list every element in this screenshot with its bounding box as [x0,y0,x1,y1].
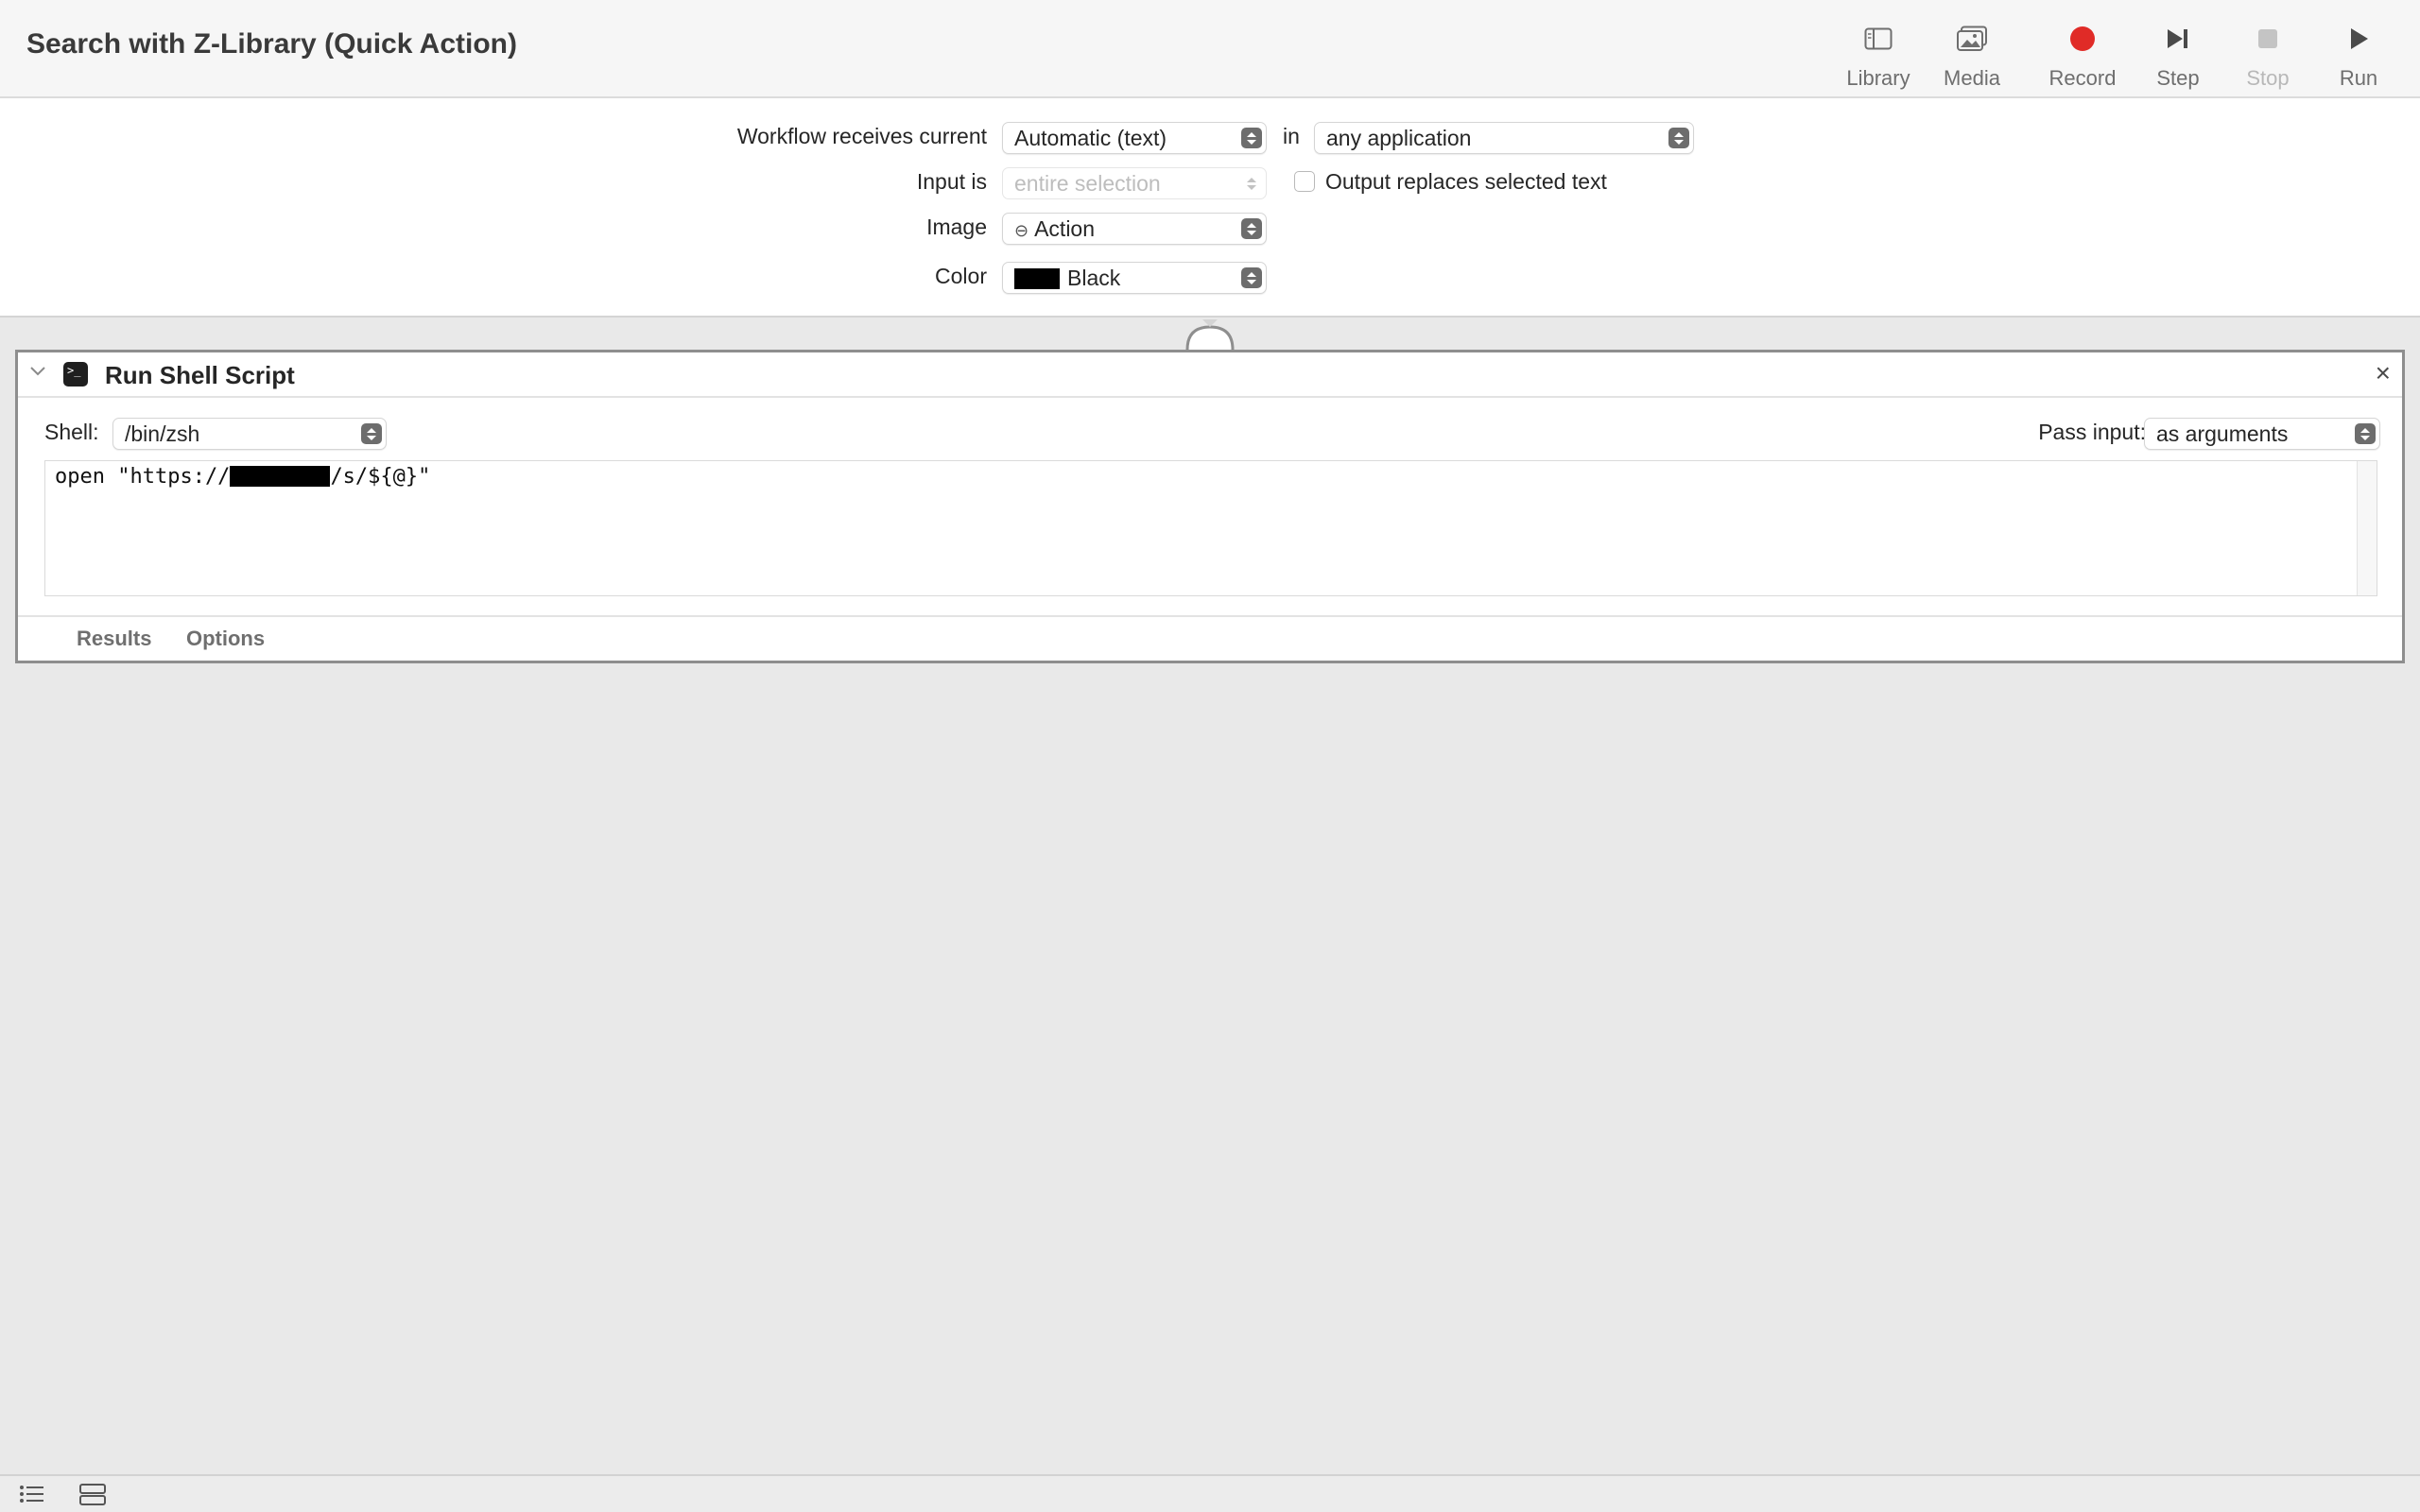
pass-input-popup[interactable]: as arguments [2144,418,2380,450]
script-editor[interactable]: open "https:///s/${@}" [44,460,2377,596]
action-header: >_ Run Shell Script × [18,352,2402,398]
media-label: Media [1944,66,2000,90]
minus-circle-icon: ⊖ [1014,221,1029,240]
workflow-settings: Workflow receives current Automatic (tex… [0,98,2420,318]
window-title: Search with Z-Library (Quick Action) [26,28,517,60]
step-label: Step [2156,66,2200,90]
popup-stepper-icon [1241,173,1262,194]
stop-icon [2258,29,2277,48]
color-label: Color [935,264,987,288]
image-value: Action [1034,216,1096,241]
pass-input-label: Pass input: [2038,420,2146,444]
action-footer: Results Options [18,615,2402,661]
redacted-block [230,466,331,487]
library-label: Library [1846,66,1910,90]
photos-icon [1957,26,1987,51]
stop-button[interactable]: Stop [2216,15,2320,94]
toolbar: Search with Z-Library (Quick Action) Lib… [0,0,2420,98]
image-popup[interactable]: ⊖ Action [1002,213,1267,245]
color-swatch [1014,268,1060,289]
action-connector-icon [1185,319,1235,351]
step-forward-icon [2168,29,2187,48]
list-view-icon[interactable] [19,1484,45,1504]
close-icon[interactable]: × [2376,358,2391,388]
workflow-view-icon[interactable] [79,1484,106,1506]
bottom-bar [0,1474,2420,1512]
receives-type-value: Automatic (text) [1014,126,1167,150]
popup-stepper-icon [2355,423,2376,444]
shell-label: Shell: [44,420,99,444]
shell-value: /bin/zsh [125,421,200,446]
stop-label: Stop [2246,66,2290,90]
output-replaces-label: Output replaces selected text [1325,169,1607,194]
editor-scrollbar[interactable] [2357,461,2377,595]
input-is-popup[interactable]: entire selection [1002,167,1267,199]
receives-type-popup[interactable]: Automatic (text) [1002,122,1267,154]
popup-stepper-icon [361,423,382,444]
application-popup[interactable]: any application [1314,122,1694,154]
popup-stepper-icon [1241,218,1262,239]
popup-stepper-icon [1241,267,1262,288]
output-replaces-checkbox[interactable] [1294,171,1315,192]
script-code: open "https:///s/${@}" [55,465,431,489]
run-shell-script-action: >_ Run Shell Script × Shell: /bin/zsh Pa… [15,350,2405,663]
in-label: in [1283,124,1300,148]
action-title: Run Shell Script [105,361,295,389]
pass-input-value: as arguments [2156,421,2289,446]
library-button[interactable]: Library [1826,15,1930,94]
run-button[interactable]: Run [2307,15,2411,94]
chevron-down-icon[interactable] [29,366,46,377]
results-tab[interactable]: Results [77,627,151,651]
record-label: Record [2048,66,2117,90]
media-button[interactable]: Media [1920,15,2024,94]
shell-popup[interactable]: /bin/zsh [112,418,387,450]
record-icon [2070,26,2095,51]
run-label: Run [2339,66,2378,90]
image-label: Image [926,215,987,239]
record-button[interactable]: Record [2031,15,2135,94]
play-icon [2351,28,2368,49]
step-button[interactable]: Step [2126,15,2230,94]
sidebar-icon [1864,27,1893,50]
input-is-value: entire selection [1014,171,1161,196]
terminal-icon: >_ [63,362,88,387]
input-is-label: Input is [916,169,987,194]
color-value: Black [1067,266,1121,290]
popup-stepper-icon [1668,128,1689,148]
workflow-receives-label: Workflow receives current [736,124,987,148]
color-popup[interactable]: Black [1002,262,1267,294]
options-tab[interactable]: Options [186,627,265,651]
application-value: any application [1326,126,1472,150]
popup-stepper-icon [1241,128,1262,148]
